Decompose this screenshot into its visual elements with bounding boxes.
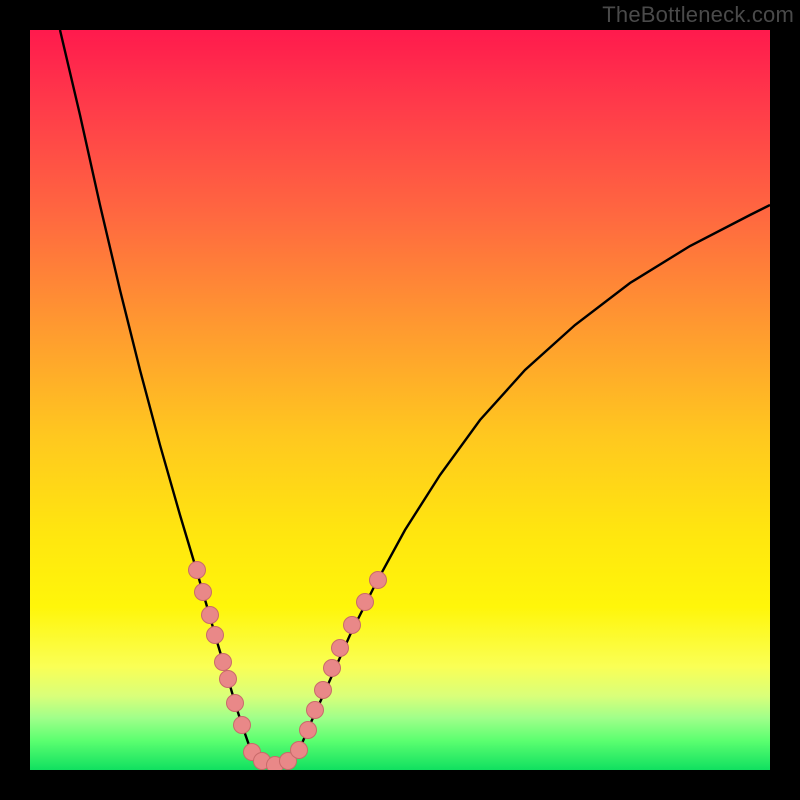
marker-dot — [370, 572, 387, 589]
marker-dot — [202, 607, 219, 624]
marker-dot — [195, 584, 212, 601]
marker-dot — [357, 594, 374, 611]
marker-dot — [307, 702, 324, 719]
bottleneck-curve — [60, 30, 770, 765]
marker-dot — [344, 617, 361, 634]
marker-dot — [324, 660, 341, 677]
curve-svg — [30, 30, 770, 770]
marker-dot — [291, 742, 308, 759]
marker-dot — [207, 627, 224, 644]
marker-dot — [332, 640, 349, 657]
marker-dot — [215, 654, 232, 671]
marker-dot — [300, 722, 317, 739]
marker-dot — [189, 562, 206, 579]
marker-dot — [220, 671, 237, 688]
gradient-plot-area — [30, 30, 770, 770]
marker-dot — [315, 682, 332, 699]
watermark-text: TheBottleneck.com — [602, 2, 794, 28]
marker-dot — [234, 717, 251, 734]
chart-frame: TheBottleneck.com — [0, 0, 800, 800]
marker-group — [189, 562, 387, 771]
marker-dot — [227, 695, 244, 712]
